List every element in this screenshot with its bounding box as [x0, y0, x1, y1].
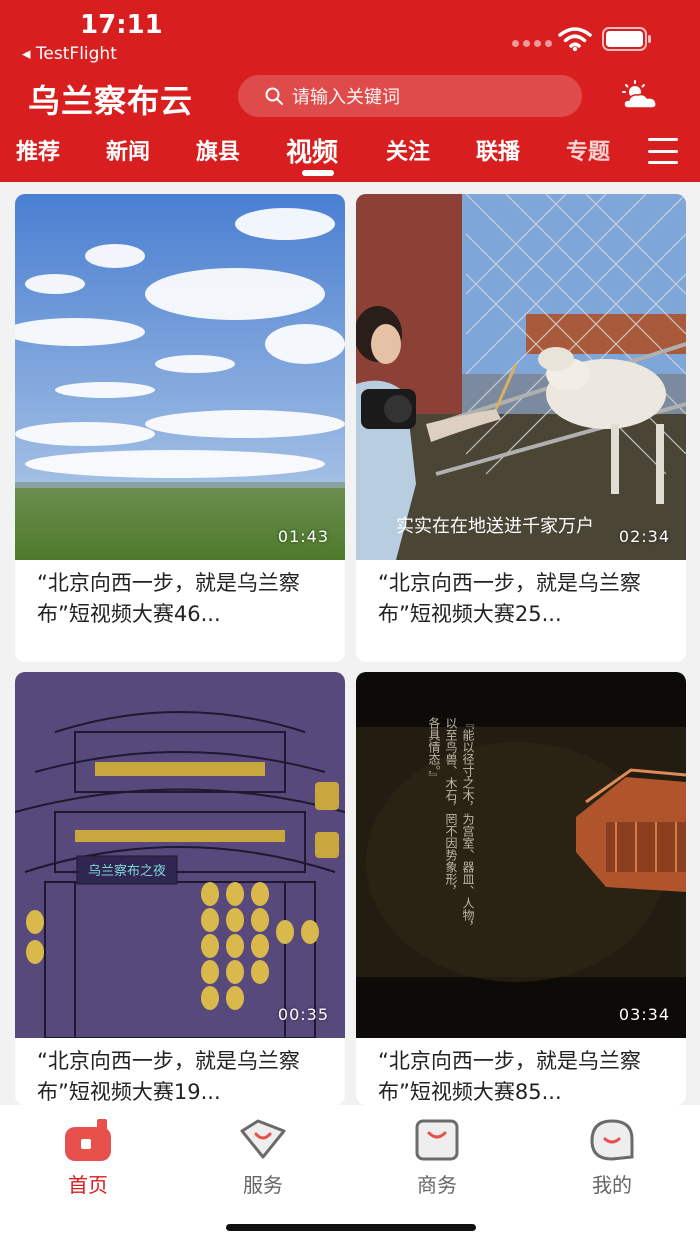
video-title: “北京向西一步，就是乌兰察布”短视频大赛85... — [378, 1049, 641, 1104]
poem-line: 以至鸟兽、木石，罔不因势象形， — [444, 717, 458, 897]
video-subtitle: 实实在在地送进千家万户 — [396, 516, 594, 537]
video-card[interactable]: 实实在在地送进千家万户 02:34 “北京向西一步，就是乌兰察布”短视频大赛25… — [356, 194, 686, 662]
tab-counties[interactable]: 旗县 — [196, 134, 240, 166]
video-duration: 02:34 — [618, 527, 670, 546]
tab-video[interactable]: 视频 — [286, 132, 338, 169]
video-thumbnail: 乌兰察布之夜 00:35 — [15, 672, 345, 1038]
palace-sign: 乌兰察布之夜 — [88, 863, 166, 879]
profile-icon — [590, 1119, 634, 1161]
tabbar-service[interactable]: 服务 — [218, 1117, 308, 1198]
menu-icon[interactable] — [648, 138, 678, 164]
status-time: 17:11 — [80, 10, 163, 40]
back-to-testflight-link[interactable]: ◂ TestFlight — [22, 44, 117, 64]
search-icon — [265, 87, 283, 105]
status-bar: 17:11 ◂ TestFlight — [0, 0, 700, 68]
tabbar-home[interactable]: 首页 — [43, 1117, 133, 1198]
tab-recommend[interactable]: 推荐 — [16, 134, 60, 166]
tabbar-service-label: 服务 — [243, 1173, 283, 1197]
search-placeholder: 请输入关键词 — [292, 87, 400, 108]
home-icon — [65, 1119, 111, 1161]
battery-icon — [602, 27, 651, 51]
app-title: 乌兰察布云 — [28, 82, 194, 120]
video-thumbnail: 实实在在地送进千家万户 02:34 — [356, 194, 686, 560]
video-thumbnail: 01:43 — [15, 194, 345, 560]
tab-news[interactable]: 新闻 — [106, 134, 150, 166]
poem-line: 『能以径寸之木，为宫室、器皿、人物， — [461, 717, 475, 933]
tab-broadcast[interactable]: 联播 — [476, 134, 520, 166]
signal-dots-icon — [512, 40, 552, 47]
video-card[interactable]: 01:43 “北京向西一步，就是乌兰察布”短视频大赛46... — [15, 194, 345, 662]
tabbar-home-label: 首页 — [68, 1173, 108, 1197]
channel-tabs: 推荐 新闻 旗县 视频 关注 联播 专题 — [0, 132, 700, 178]
video-thumbnail: 『能以径寸之木，为宫室、器皿、人物， 以至鸟兽、木石，罔不因势象形， 各具情态。… — [356, 672, 686, 1038]
video-card[interactable]: 乌兰察布之夜 00:35 “北京向西一步，就是乌兰察布”短视频大赛19... — [15, 672, 345, 1105]
tab-topics[interactable]: 专题 — [566, 134, 610, 166]
video-duration: 00:35 — [277, 1005, 329, 1024]
video-duration: 03:34 — [618, 1005, 670, 1024]
wifi-icon — [558, 27, 592, 52]
poem-line: 各具情态。』 — [427, 716, 441, 783]
active-tab-indicator — [302, 170, 334, 176]
tabbar-business[interactable]: 商务 — [392, 1117, 482, 1198]
tabbar-business-label: 商务 — [417, 1173, 457, 1197]
business-icon — [415, 1119, 459, 1161]
tabbar-profile[interactable]: 我的 — [567, 1117, 657, 1198]
tab-follow[interactable]: 关注 — [386, 134, 430, 166]
top-header: 17:11 ◂ TestFlight 乌兰察布云 请输入关键词 推荐 新闻 旗县… — [0, 0, 700, 182]
service-icon — [240, 1119, 286, 1159]
tabbar-profile-label: 我的 — [592, 1173, 632, 1197]
video-title: “北京向西一步，就是乌兰察布”短视频大赛19... — [37, 1049, 300, 1104]
video-card[interactable]: 『能以径寸之木，为宫室、器皿、人物， 以至鸟兽、木石，罔不因势象形， 各具情态。… — [356, 672, 686, 1105]
video-title: “北京向西一步，就是乌兰察布”短视频大赛25... — [378, 571, 641, 626]
home-indicator — [226, 1224, 476, 1231]
video-title: “北京向西一步，就是乌兰察布”短视频大赛46... — [37, 571, 300, 626]
video-duration: 01:43 — [277, 527, 329, 546]
search-input[interactable]: 请输入关键词 — [238, 75, 582, 117]
weather-cloud-sun-icon[interactable] — [620, 80, 660, 112]
